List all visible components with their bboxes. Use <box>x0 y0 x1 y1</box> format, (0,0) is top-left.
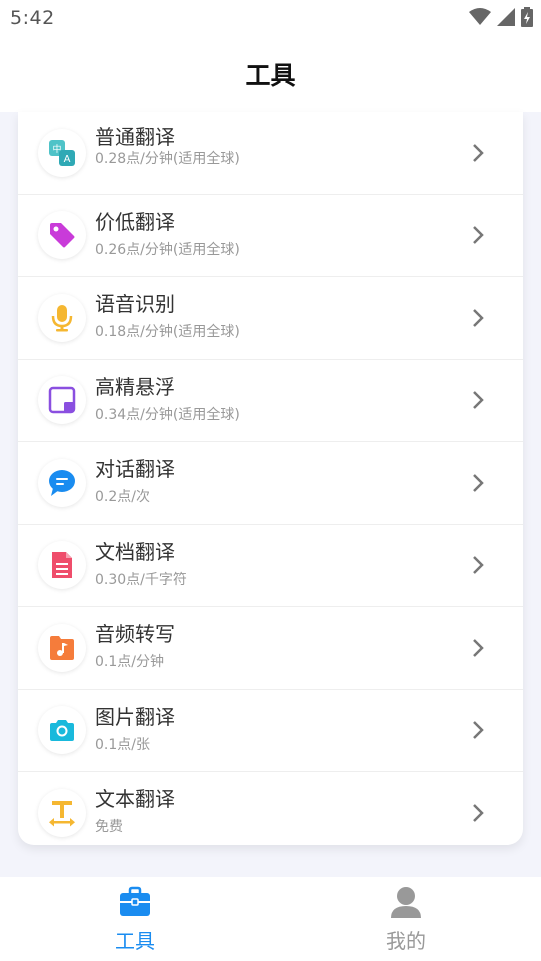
document-icon <box>38 541 86 590</box>
audio-file-icon <box>38 623 86 672</box>
tool-row-low-price-translation[interactable]: 价低翻译 0.26点/分钟(适用全球) <box>18 195 523 277</box>
chevron-right-icon <box>473 638 484 657</box>
tool-price: 0.34点/分钟(适用全球) <box>95 406 240 423</box>
tool-price: 0.1点/张 <box>95 736 150 753</box>
tool-title: 文本翻译 <box>95 787 175 811</box>
tool-row-text-translation[interactable]: 文本翻译 免费 <box>18 772 523 845</box>
tool-title: 高精悬浮 <box>95 374 175 399</box>
tool-row-speech-recognition[interactable]: 语音识别 0.18点/分钟(适用全球) <box>18 277 523 360</box>
tab-mine[interactable]: 我的 <box>346 877 466 961</box>
chevron-right-icon <box>473 473 484 492</box>
status-icons <box>469 7 533 27</box>
chevron-right-icon <box>473 308 484 327</box>
tool-row-document-translation[interactable]: 文档翻译 0.30点/千字符 <box>18 525 523 607</box>
bottom-tab-bar: 工具 我的 <box>0 877 541 961</box>
tool-price: 0.26点/分钟(适用全球) <box>95 241 240 258</box>
tool-price: 0.18点/分钟(适用全球) <box>95 324 240 340</box>
tools-list: 中 A 普通翻译 0.28点/分钟(适用全球) 价低翻译 0.26点/分钟(适用… <box>18 112 523 845</box>
chevron-right-icon <box>473 226 484 245</box>
cell-signal-icon <box>497 8 515 26</box>
tool-row-precision-floating[interactable]: 高精悬浮 0.34点/分钟(适用全球) <box>18 360 523 442</box>
tool-title: 价低翻译 <box>95 209 175 234</box>
microphone-icon <box>38 293 86 342</box>
tool-title: 对话翻译 <box>95 457 175 481</box>
tool-price: 免费 <box>95 819 123 835</box>
tool-title: 图片翻译 <box>95 704 175 729</box>
svg-text:A: A <box>64 154 71 165</box>
chevron-right-icon <box>473 556 484 575</box>
toolbox-icon <box>120 886 150 916</box>
chevron-right-icon <box>473 143 484 162</box>
chat-bubble-icon <box>38 458 86 507</box>
floating-window-icon <box>38 376 86 425</box>
chevron-right-icon <box>473 721 484 740</box>
app-header: 工具 <box>0 36 541 112</box>
price-tag-icon <box>38 211 86 260</box>
tab-tools[interactable]: 工具 <box>75 877 195 961</box>
tool-title: 语音识别 <box>95 292 175 316</box>
tab-tools-label: 工具 <box>115 929 155 953</box>
tool-price: 0.2点/次 <box>95 489 150 505</box>
chevron-right-icon <box>473 391 484 410</box>
tool-row-image-translation[interactable]: 图片翻译 0.1点/张 <box>18 690 523 772</box>
translate-icon: 中 A <box>38 128 86 177</box>
tool-title: 文档翻译 <box>95 539 175 564</box>
tool-row-standard-translation[interactable]: 中 A 普通翻译 0.28点/分钟(适用全球) <box>18 112 523 195</box>
tool-price: 0.28点/分钟(适用全球) <box>95 151 240 167</box>
tab-mine-label: 我的 <box>386 929 426 953</box>
tool-price: 0.1点/分钟 <box>95 654 164 670</box>
chevron-right-icon <box>473 804 484 823</box>
status-time: 5:42 <box>10 7 55 29</box>
tool-price: 0.30点/千字符 <box>95 571 187 588</box>
tool-title: 普通翻译 <box>95 125 175 149</box>
status-bar: 5:42 <box>0 0 541 36</box>
tool-title: 音频转写 <box>95 622 175 646</box>
user-icon <box>391 887 421 918</box>
battery-icon <box>521 7 533 27</box>
page-title: 工具 <box>245 61 296 90</box>
camera-icon <box>38 706 86 755</box>
wifi-icon <box>469 8 491 25</box>
tool-row-audio-transcription[interactable]: 音频转写 0.1点/分钟 <box>18 607 523 690</box>
tool-row-dialogue-translation[interactable]: 对话翻译 0.2点/次 <box>18 442 523 525</box>
text-icon <box>38 789 86 838</box>
